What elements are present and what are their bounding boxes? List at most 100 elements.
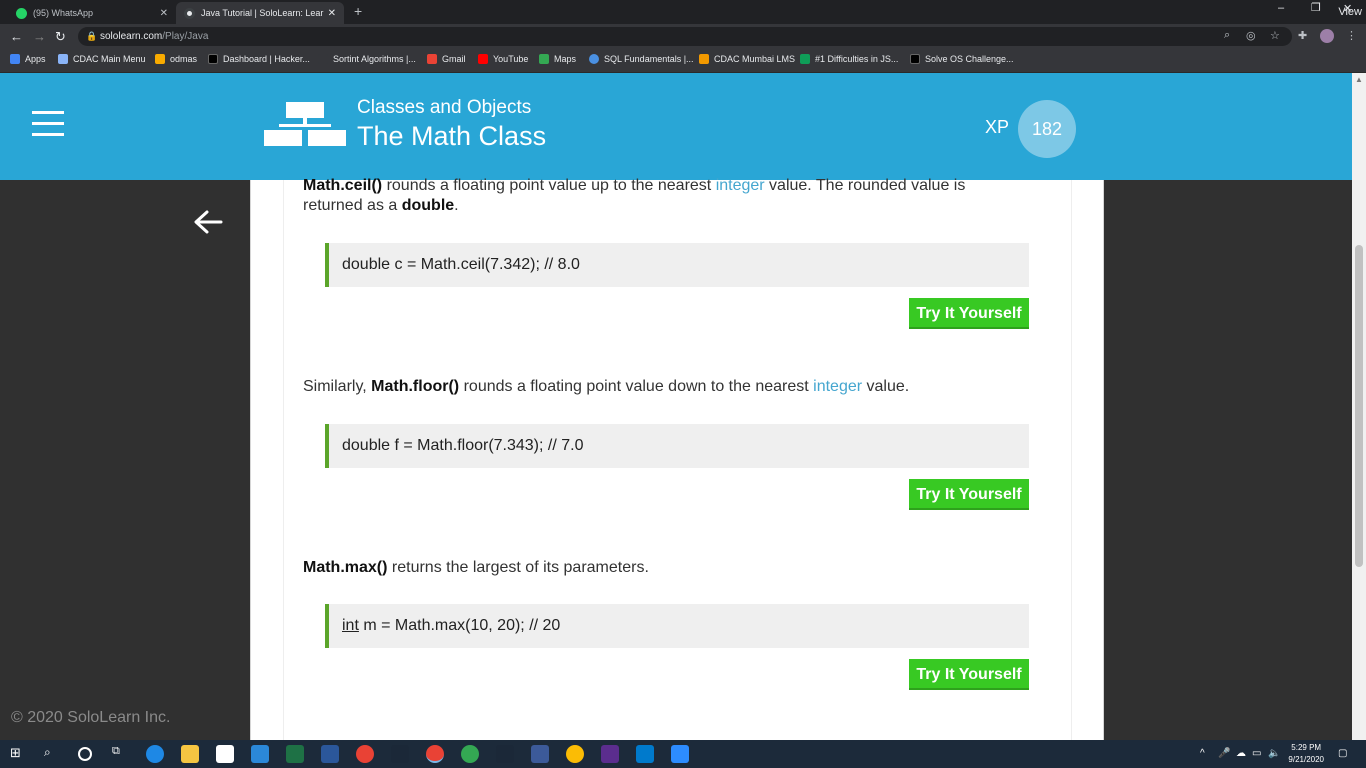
vscode-icon[interactable] [636, 745, 654, 763]
page-icon [589, 54, 599, 64]
url-field[interactable]: 🔒 sololearn.com/Play/Java [78, 27, 1292, 46]
bookmark-label: Apps [25, 54, 46, 64]
bookmark-label: CDAC Mumbai LMS [714, 54, 796, 64]
bookmark-sorting[interactable]: Sortint Algorithms |... [318, 54, 416, 64]
restore-icon[interactable]: ❐ [1311, 1, 1321, 14]
close-tab-icon[interactable]: ✕ [160, 8, 168, 19]
cortana-icon[interactable] [78, 747, 92, 761]
bookmark-maps[interactable]: Maps [539, 54, 576, 64]
url-domain: sololearn.com [100, 31, 163, 42]
scroll-up-icon[interactable]: ▲ [1355, 75, 1363, 84]
profile-avatar[interactable] [1320, 29, 1334, 43]
link-integer[interactable]: integer [813, 378, 862, 395]
app-icon[interactable] [531, 745, 549, 763]
tracking-icon[interactable]: ◎ [1246, 29, 1256, 42]
code-block-ceil: double c = Math.ceil(7.342); // 8.0 [325, 243, 1029, 287]
bookmark-js[interactable]: #1 Difficulties in JS... [800, 54, 898, 64]
forward-icon[interactable]: → [33, 29, 46, 44]
tab-sololearn[interactable]: Java Tutorial | SoloLearn: Learn t… ✕ [176, 2, 344, 24]
edge-icon[interactable] [146, 745, 164, 763]
windows-start-icon[interactable]: ⊞ [10, 745, 28, 763]
term-math-max: Math.max() [303, 559, 388, 576]
hamburger-menu-icon[interactable] [32, 111, 64, 136]
left-panel [0, 180, 250, 740]
volume-icon[interactable]: 🔈 [1268, 748, 1280, 759]
tab-title: Java Tutorial | SoloLearn: Learn t… [201, 8, 324, 18]
bookmark-gmail[interactable]: Gmail [427, 54, 466, 64]
chrome-active-icon[interactable] [426, 745, 444, 763]
bookmark-apps[interactable]: Apps [10, 54, 46, 64]
link-integer[interactable]: integer [716, 177, 765, 194]
tab-whatsapp[interactable]: (95) WhatsApp ✕ [8, 2, 176, 24]
steam-icon[interactable] [391, 745, 409, 763]
onedrive-icon[interactable]: ☁ [1236, 748, 1246, 759]
plus-icon [800, 54, 810, 64]
bookmark-label: Solve OS Challenge... [925, 54, 1014, 64]
paragraph-text: returns the largest of its parameters. [387, 559, 649, 576]
new-tab-icon[interactable]: + [354, 3, 362, 19]
task-view-icon[interactable]: ⧉ [112, 745, 130, 763]
paragraph-text: value. [862, 378, 910, 395]
try-it-yourself-button[interactable]: Try It Yourself [909, 659, 1029, 690]
try-it-yourself-button[interactable]: Try It Yourself [909, 298, 1029, 329]
chrome-profile-icon[interactable] [566, 745, 584, 763]
bookmark-label: CDAC Main Menu [73, 54, 146, 64]
word-icon[interactable] [321, 745, 339, 763]
bookmark-sql[interactable]: SQL Fundamentals |... [589, 54, 694, 64]
windows-taskbar: ⊞ ⌕ ⧉ ^ 🎤 ☁ ▭ 🔈 5:29 PM 9/21/2020 ▢ [0, 740, 1366, 768]
store-icon[interactable] [216, 745, 234, 763]
bookmark-label: SQL Fundamentals |... [604, 54, 694, 64]
chrome-icon[interactable] [356, 745, 374, 763]
paragraph-text: rounds a floating point value up to the … [382, 177, 716, 194]
reload-icon[interactable]: ↻ [55, 29, 66, 45]
steam-icon[interactable] [496, 745, 514, 763]
mail-icon[interactable] [251, 745, 269, 763]
bookmark-star-icon[interactable]: ☆ [1270, 29, 1280, 42]
paragraph-floor: Similarly, Math.floor() rounds a floatin… [303, 377, 1023, 397]
back-icon[interactable]: ← [10, 29, 23, 44]
try-it-yourself-button[interactable]: Try It Yourself [909, 479, 1029, 510]
page-scrollbar[interactable]: ▲ [1352, 73, 1366, 740]
scrollbar-thumb[interactable] [1355, 245, 1363, 567]
close-tab-icon[interactable]: ✕ [328, 8, 336, 19]
chrome-profile-icon[interactable] [461, 745, 479, 763]
view-button[interactable]: View [1338, 6, 1362, 18]
menu-kebab-icon[interactable]: ⋮ [1346, 29, 1357, 42]
paragraph-ceil: Math.ceil() rounds a floating point valu… [303, 176, 1023, 216]
tray-expand-icon[interactable]: ^ [1200, 748, 1205, 759]
microphone-icon[interactable]: 🎤 [1218, 748, 1230, 759]
lesson-title: The Math Class [357, 121, 547, 151]
system-clock[interactable]: 5:29 PM 9/21/2020 [1288, 742, 1324, 766]
code-text: m = Math.max(10, 20); // 20 [358, 617, 561, 634]
back-arrow-icon[interactable] [192, 206, 224, 238]
code-block-max: int m = Math.max(10, 20); // 20 [325, 604, 1029, 648]
bookmark-odmas[interactable]: odmas [155, 54, 197, 64]
xp-badge: 182 [1018, 100, 1076, 158]
bookmark-cdac-lms[interactable]: CDAC Mumbai LMS [699, 54, 795, 64]
excel-icon[interactable] [286, 745, 304, 763]
bookmark-cdac-main-menu[interactable]: CDAC Main Menu [58, 54, 146, 64]
paragraph-text: rounds a floating point value down to th… [459, 378, 814, 395]
extensions-icon[interactable]: ✚ [1298, 29, 1307, 42]
zoom-app-icon[interactable] [671, 745, 689, 763]
bookmark-os[interactable]: Solve OS Challenge... [910, 54, 1014, 64]
whatsapp-icon [16, 7, 27, 19]
code-keyword-int[interactable]: int [342, 617, 359, 634]
paragraph-text: . [454, 197, 459, 214]
file-explorer-icon[interactable] [181, 745, 199, 763]
bookmark-label: Gmail [442, 54, 466, 64]
bookmark-hackerrank[interactable]: Dashboard | Hacker... [208, 54, 310, 64]
bookmarks-bar: Apps CDAC Main Menu odmas Dashboard | Ha… [0, 49, 1366, 73]
search-icon[interactable]: ⌕ [44, 745, 62, 763]
term-double: double [401, 197, 455, 214]
zoom-icon[interactable]: ⌕ [1224, 29, 1230, 42]
bookmark-label: Sortint Algorithms |... [333, 54, 416, 64]
minimize-icon[interactable]: – [1278, 2, 1284, 14]
network-icon[interactable]: ▭ [1252, 748, 1261, 759]
lesson-chapter-icon [264, 102, 346, 146]
bookmark-youtube[interactable]: YouTube [478, 54, 528, 64]
copyright: © 2020 SoloLearn Inc. [11, 709, 171, 726]
nextjs-app-icon[interactable] [601, 745, 619, 763]
notifications-icon[interactable]: ▢ [1338, 748, 1347, 759]
hackerrank-icon [910, 54, 920, 64]
